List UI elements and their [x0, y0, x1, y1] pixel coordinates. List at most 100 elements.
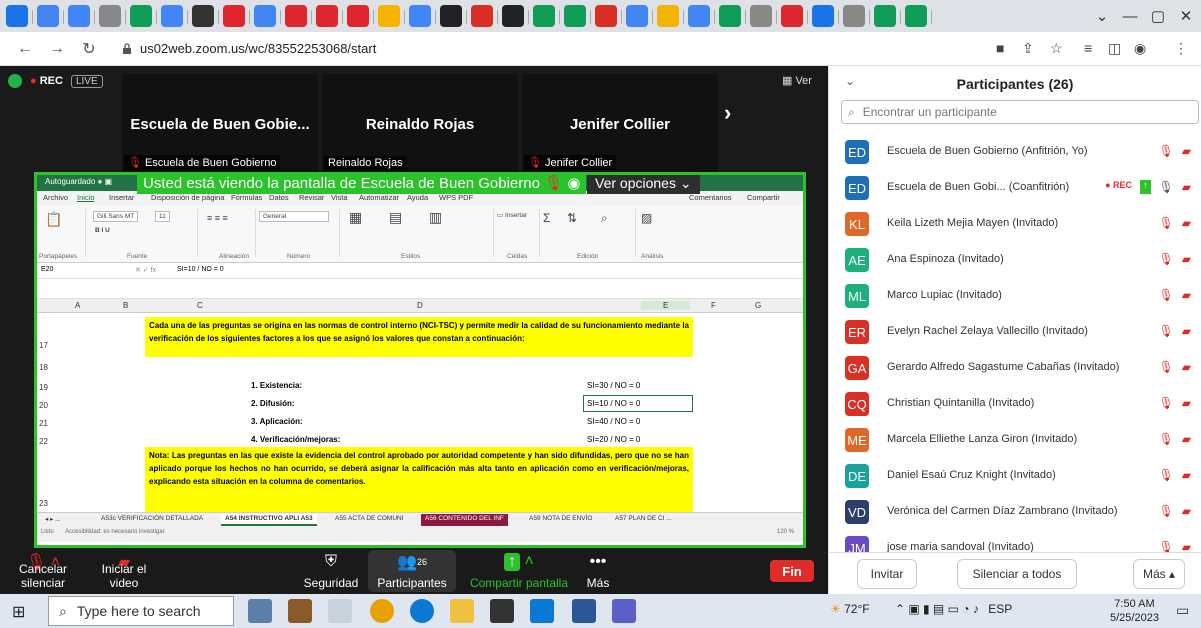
format-table-icon[interactable]: ▤ — [389, 209, 402, 226]
browser-tab-icon[interactable] — [812, 5, 834, 27]
menu-datos[interactable]: Datos — [269, 193, 289, 202]
menu-wps-pdf[interactable]: WPS PDF — [439, 193, 473, 202]
sort-filter-icon[interactable]: ⇅ — [567, 211, 577, 225]
participant-row[interactable]: ML Marco Lupiac (Invitado) 🎙 ▰ — [829, 278, 1201, 314]
accessibility-status[interactable]: Accesibilidad: es necesario investigar — [65, 529, 165, 535]
task-view-icon[interactable] — [328, 599, 352, 623]
browser-tab-icon[interactable] — [409, 5, 431, 27]
comments-button[interactable]: Comentarios — [689, 193, 732, 202]
sheet-tab[interactable]: A53c VERIFICACIÓN DETALLADA — [97, 514, 207, 526]
rec-indicator[interactable]: ● REC — [30, 75, 63, 87]
name-box[interactable]: E20 — [41, 266, 53, 273]
browser-tab-icon[interactable] — [192, 5, 214, 27]
extension-icon[interactable]: ◉ — [1134, 40, 1146, 57]
row-header[interactable]: 22 — [37, 437, 51, 446]
paste-icon[interactable]: 📋 — [45, 211, 62, 228]
menu-insertar[interactable]: Insertar — [109, 193, 134, 202]
font-size-select[interactable]: 11 — [155, 211, 170, 222]
menu-vista[interactable]: Vista — [331, 193, 348, 202]
participant-row[interactable]: AE Ana Espinoza (Invitado) 🎙 ▰ — [829, 242, 1201, 278]
row-header[interactable]: 18 — [37, 363, 51, 372]
sheet-grid[interactable]: Cada una de las preguntas se origina en … — [37, 313, 803, 515]
browser-tab-icon[interactable] — [564, 5, 586, 27]
participant-row[interactable]: VD Verónica del Carmen Díaz Zambrano (Inv… — [829, 494, 1201, 530]
store-icon[interactable] — [490, 599, 514, 623]
browser-tab-icon[interactable] — [533, 5, 555, 27]
end-meeting-button[interactable]: Fin — [770, 560, 814, 582]
menu-inicio[interactable]: Inicio — [77, 193, 95, 202]
video-tile[interactable]: Jenifer Collier 🎙 Jenifer Collier — [522, 74, 718, 172]
participants-button[interactable]: 👥 26 Participantes — [368, 550, 456, 592]
restore-icon[interactable]: ▢ — [1144, 4, 1172, 28]
browser-tab-icon[interactable] — [781, 5, 803, 27]
sheet-tab-active[interactable]: A54 INSTRUCTIVO APLI A53 — [221, 514, 317, 526]
sheet-nav-icon[interactable]: ◂ ▸ ... — [41, 514, 65, 526]
forward-icon[interactable]: → — [46, 38, 68, 60]
column-header[interactable]: C — [197, 301, 203, 310]
invite-button[interactable]: Invitar — [857, 559, 917, 589]
share-page-icon[interactable]: ⇪ — [1022, 40, 1034, 57]
formula-input[interactable]: SI=10 / NO = 0 — [177, 266, 224, 273]
browser-tab-icon[interactable] — [502, 5, 524, 27]
reload-icon[interactable]: ↻ — [78, 38, 100, 60]
video-tile[interactable]: Reinaldo Rojas Reinaldo Rojas — [322, 74, 518, 172]
insert-cells-icon[interactable]: ▭ Insertar — [497, 211, 527, 219]
browser-tab-icon[interactable] — [223, 5, 245, 27]
row-header[interactable]: 17 — [37, 341, 51, 350]
participant-row[interactable]: ER Evelyn Rachel Zelaya Vallecillo (Invit… — [829, 314, 1201, 350]
security-button[interactable]: ⛨ Seguridad — [296, 550, 366, 592]
browser-menu-icon[interactable]: ⋮ — [1174, 40, 1188, 57]
view-button[interactable]: ▦ Ver — [782, 74, 812, 87]
share-screen-button[interactable]: ↑ ˄ Compartir pantalla — [464, 550, 574, 592]
close-window-icon[interactable]: ✕ — [1172, 4, 1200, 28]
more-button[interactable]: ••• Más — [578, 550, 618, 592]
side-panel-icon[interactable]: ◫ — [1108, 40, 1121, 57]
participant-row[interactable]: ED Escuela de Buen Gobi... (Coanfitrión) ●… — [829, 170, 1201, 206]
participant-row[interactable]: DE Daniel Esaú Cruz Knight (Invitado) 🎙 ▰ — [829, 458, 1201, 494]
menu-archivo[interactable]: Archivo — [43, 193, 68, 202]
row-header[interactable]: 21 — [37, 419, 51, 428]
sheet-tab[interactable]: A57 PLAN DE CI ... — [611, 514, 676, 526]
column-header[interactable]: E — [641, 301, 691, 310]
browser-tab-icon[interactable] — [440, 5, 462, 27]
sheet-tab[interactable]: A59 NOTA DE ENVÍO — [525, 514, 596, 526]
edge-icon[interactable] — [410, 599, 434, 623]
minimize-icon[interactable]: — — [1116, 4, 1144, 28]
desktop-icon[interactable] — [248, 599, 272, 623]
browser-tab-icon[interactable] — [285, 5, 307, 27]
file-explorer-icon[interactable] — [450, 599, 474, 623]
sheet-tab[interactable]: A55 ACTA DE COMUNI — [331, 514, 408, 526]
word-icon[interactable] — [572, 599, 596, 623]
autosum-icon[interactable]: Σ — [543, 211, 550, 225]
column-header[interactable]: F — [711, 301, 716, 310]
notification-icon[interactable]: ▭ — [1176, 602, 1189, 619]
view-options-button[interactable]: Ver opciones ⌄ — [587, 175, 700, 194]
participant-row[interactable]: CQ Christian Quintanilla (Invitado) 🎙 ▰ — [829, 386, 1201, 422]
browser-tab-icon[interactable] — [719, 5, 741, 27]
browser-tab-icon[interactable] — [657, 5, 679, 27]
number-format-select[interactable]: General — [259, 211, 329, 222]
temperature[interactable]: 72°F — [844, 602, 869, 616]
sheet-tab[interactable]: A56 CONTENIDO DEL INF — [421, 514, 508, 526]
column-header[interactable]: D — [417, 301, 423, 310]
panel-more-button[interactable]: Más ▴ — [1133, 559, 1185, 589]
column-header[interactable]: G — [755, 301, 761, 310]
live-indicator[interactable]: LIVE — [70, 74, 103, 88]
browser-tab-icon[interactable] — [626, 5, 648, 27]
participant-row[interactable]: ED Escuela de Buen Gobierno (Anfitrión, Y… — [829, 134, 1201, 170]
participant-row[interactable]: KL Keila Lizeth Mejia Mayen (Invitado) 🎙 ▰ — [829, 206, 1201, 242]
menu-ayuda[interactable]: Ayuda — [407, 193, 428, 202]
browser-tab-icon[interactable] — [316, 5, 338, 27]
row-header[interactable]: 19 — [37, 383, 51, 392]
bold-icon[interactable]: B I U — [95, 227, 110, 234]
teams-icon[interactable] — [612, 599, 636, 623]
column-header[interactable]: B — [123, 301, 128, 310]
tray-icons[interactable]: ⌃ ▣ ▮ ▤ ▭ ◔ ♪ — [895, 602, 979, 616]
browser-tab-icon[interactable] — [68, 5, 90, 27]
browser-tab-icon[interactable] — [874, 5, 896, 27]
browser-tab-icon[interactable] — [99, 5, 121, 27]
column-header[interactable]: A — [75, 301, 80, 310]
browser-tab-icon[interactable] — [347, 5, 369, 27]
menu-disposicion[interactable]: Disposición de página — [151, 193, 224, 202]
url-field[interactable]: us02web.zoom.us/wc/83552253068/start — [140, 41, 376, 56]
